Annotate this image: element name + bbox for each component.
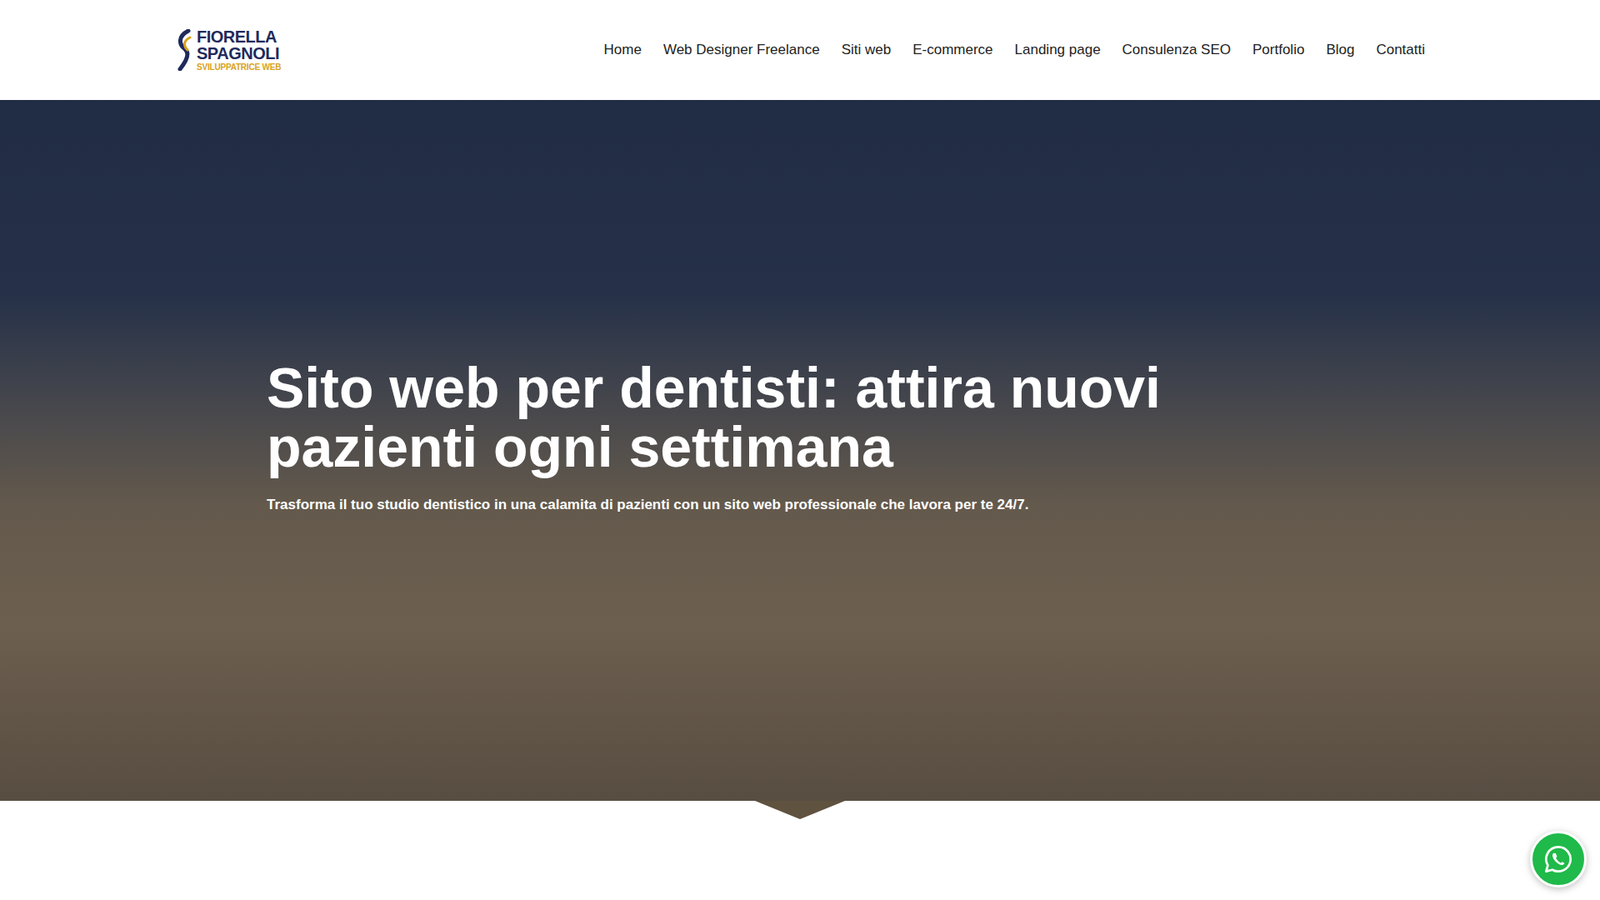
logo-surname: SPAGNOLI bbox=[196, 45, 281, 62]
nav-item[interactable]: Contatti bbox=[1375, 41, 1425, 59]
nav-item[interactable]: Portfolio bbox=[1252, 41, 1305, 59]
nav-item[interactable]: Blog bbox=[1325, 41, 1355, 59]
hero-title: Sito web per dentisti: attira nuovi pazi… bbox=[266, 358, 1334, 477]
nav-item[interactable]: E-commerce bbox=[912, 41, 993, 59]
nav-item[interactable]: Siti web bbox=[841, 41, 892, 59]
whatsapp-button[interactable] bbox=[1530, 830, 1587, 888]
main-nav: Home Web Designer Freelance Siti web E-comm… bbox=[604, 41, 1425, 59]
nav-item[interactable]: Landing page bbox=[1015, 41, 1101, 59]
logo[interactable]: FIORELLASPAGNOLISVILUPPATRICE WEB bbox=[175, 28, 281, 72]
hero: Sito web per dentisti: attira nuovi pazi… bbox=[0, 100, 1600, 801]
whatsapp-icon bbox=[1543, 844, 1574, 875]
logo-tagline: SVILUPPATRICE WEB bbox=[196, 63, 281, 72]
nav-item[interactable]: Home bbox=[604, 41, 642, 59]
page: FIORELLASPAGNOLISVILUPPATRICE WEB Home Web… bbox=[0, 0, 1600, 900]
nav-item[interactable]: Web Designer Freelance bbox=[663, 41, 820, 59]
logo-swoosh-icon bbox=[175, 29, 194, 71]
site-header: FIORELLASPAGNOLISVILUPPATRICE WEB Home Web… bbox=[0, 0, 1600, 100]
nav-item[interactable]: Consulenza SEO bbox=[1122, 41, 1231, 59]
logo-name: FIORELLA bbox=[196, 28, 281, 45]
logo-text: FIORELLASPAGNOLISVILUPPATRICE WEB bbox=[196, 28, 281, 72]
hero-subtitle: Trasforma il tuo studio dentistico in un… bbox=[266, 496, 1334, 514]
